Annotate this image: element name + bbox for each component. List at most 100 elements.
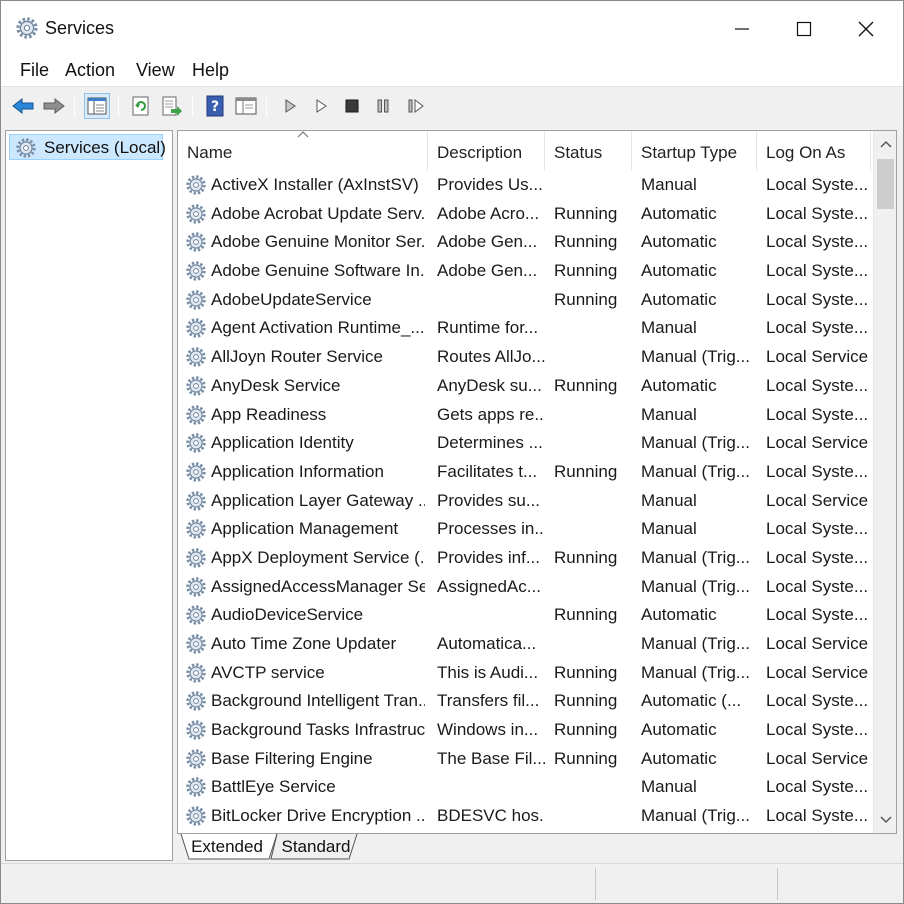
table-row[interactable]: AudioDeviceService Running Automatic Local …	[178, 601, 873, 630]
tab-standard[interactable]: Standard	[275, 834, 357, 860]
table-row[interactable]: BattlEye Service Manual Local Syste...	[178, 773, 873, 802]
menu-action[interactable]: Action	[62, 60, 118, 81]
service-log-on-as: Local Syste...	[766, 519, 869, 539]
service-description: Provides inf...	[437, 547, 540, 567]
service-log-on-as: Local Syste...	[766, 232, 869, 252]
table-row[interactable]: AdobeUpdateService Running Automatic Local …	[178, 286, 873, 315]
menu-help[interactable]: Help	[189, 60, 232, 81]
gear-icon	[185, 317, 207, 339]
table-row[interactable]: Background Tasks Infrastruc... Windows in…	[178, 716, 873, 745]
forward-button[interactable]	[41, 93, 67, 119]
gear-icon	[185, 690, 207, 712]
stop-service-button[interactable]	[339, 93, 365, 119]
service-name: Agent Activation Runtime_...	[211, 318, 425, 338]
gear-icon	[185, 576, 207, 598]
pause-service-button[interactable]	[370, 93, 396, 119]
help-button[interactable]: ?	[202, 93, 228, 119]
table-row[interactable]: AssignedAccessManager Se... AssignedAc...…	[178, 573, 873, 602]
close-button[interactable]	[835, 1, 897, 57]
show-hide-console-tree-button[interactable]	[84, 93, 110, 119]
menu-view[interactable]: View	[133, 60, 178, 81]
stop-service-icon	[345, 99, 359, 113]
forward-arrow-icon	[43, 97, 65, 115]
table-row[interactable]: Base Filtering Engine The Base Fil... Runn…	[178, 745, 873, 774]
table-row[interactable]: Agent Activation Runtime_... Runtime for.…	[178, 314, 873, 343]
service-log-on-as: Local Service	[766, 433, 869, 453]
column-header-status[interactable]: Status	[545, 131, 632, 171]
table-row[interactable]: AppX Deployment Service (... Provides inf…	[178, 544, 873, 573]
status-bar	[1, 863, 903, 903]
table-row[interactable]: Adobe Genuine Software In... Adobe Gen...…	[178, 257, 873, 286]
chevron-down-icon	[879, 816, 892, 824]
service-log-on-as: Local Service	[766, 347, 869, 367]
service-name: Application Management	[211, 519, 399, 539]
service-log-on-as: Local Syste...	[766, 777, 869, 797]
service-log-on-as: Local Service	[766, 662, 869, 682]
service-startup-type: Automatic	[641, 203, 717, 223]
table-row[interactable]: Auto Time Zone Updater Automatica... Manua…	[178, 630, 873, 659]
title-bar: Services	[1, 1, 903, 57]
view-tabs: Extended Standard	[177, 834, 897, 861]
maximize-button[interactable]	[773, 1, 835, 57]
minimize-button[interactable]	[711, 1, 773, 57]
gear-icon	[185, 461, 207, 483]
table-row[interactable]: ActiveX Installer (AxInstSV) Provides Us.…	[178, 171, 873, 200]
service-log-on-as: Local Syste...	[766, 375, 869, 395]
table-row[interactable]: BitLocker Drive Encryption ... BDESVC hos…	[178, 802, 873, 831]
export-list-button[interactable]	[159, 93, 185, 119]
table-row[interactable]: Application Management Processes in... Man…	[178, 515, 873, 544]
table-row[interactable]: Application Identity Determines ... Manual…	[178, 429, 873, 458]
service-status: Running	[554, 748, 618, 768]
service-log-on-as: Local Syste...	[766, 691, 869, 711]
gear-icon	[185, 748, 207, 770]
service-log-on-as: Local Service	[766, 748, 869, 768]
refresh-button[interactable]	[128, 93, 154, 119]
service-startup-type: Manual	[641, 175, 697, 194]
column-header-description[interactable]: Description	[428, 131, 545, 171]
service-startup-type: Automatic	[641, 289, 717, 309]
service-description: Provides su...	[437, 490, 540, 510]
vertical-scrollbar[interactable]	[873, 131, 896, 833]
service-startup-type: Manual (Trig...	[641, 433, 750, 453]
service-name: Adobe Acrobat Update Serv...	[211, 203, 425, 223]
column-header-startup-type[interactable]: Startup Type	[632, 131, 757, 171]
scroll-down-button[interactable]	[874, 807, 896, 833]
table-row[interactable]: Adobe Genuine Monitor Ser... Adobe Gen...…	[178, 228, 873, 257]
service-startup-type: Manual (Trig...	[641, 634, 750, 653]
service-log-on-as: Local Syste...	[766, 261, 869, 281]
table-row[interactable]: Background Intelligent Tran... Transfers …	[178, 687, 873, 716]
table-row[interactable]: Application Layer Gateway ... Provides su…	[178, 487, 873, 516]
tree-item-services-local[interactable]: Services (Local)	[9, 134, 166, 160]
menu-file[interactable]: File	[17, 60, 52, 81]
start-service-button[interactable]	[277, 93, 303, 119]
column-header-log-on-as[interactable]: Log On As	[757, 131, 871, 171]
service-startup-type: Automatic	[641, 720, 717, 740]
sort-ascending-icon	[297, 131, 309, 138]
toolbar-separator	[266, 95, 267, 117]
service-startup-type: Automatic	[641, 375, 717, 395]
scroll-up-button[interactable]	[874, 131, 896, 157]
service-startup-type: Manual (Trig...	[641, 547, 750, 567]
table-row[interactable]: App Readiness Gets apps re... Manual Local …	[178, 401, 873, 430]
restart-service-button[interactable]	[403, 93, 429, 119]
table-row[interactable]: Application Information Facilitates t... R…	[178, 458, 873, 487]
start-service-alt-button[interactable]	[308, 93, 334, 119]
status-divider	[777, 868, 778, 900]
table-row[interactable]: Adobe Acrobat Update Serv... Adobe Acro..…	[178, 200, 873, 229]
back-button[interactable]	[10, 93, 36, 119]
table-row[interactable]: AnyDesk Service AnyDesk su... Running Autom…	[178, 372, 873, 401]
gear-icon	[185, 547, 207, 569]
table-row[interactable]: AllJoyn Router Service Routes AllJo... Man…	[178, 343, 873, 372]
maximize-icon	[796, 21, 812, 37]
tab-extended[interactable]: Extended	[181, 834, 273, 860]
service-name: AVCTP service	[211, 662, 325, 682]
service-description: Gets apps re...	[437, 404, 545, 424]
table-row[interactable]: AVCTP service This is Audi... Running Manua…	[178, 659, 873, 688]
list-header: Name Description Status Startup Type Log…	[178, 131, 873, 171]
column-header-name[interactable]: Name	[178, 131, 428, 171]
properties-button[interactable]	[233, 93, 259, 119]
service-description: Routes AllJo...	[437, 347, 545, 367]
scroll-thumb[interactable]	[877, 159, 894, 209]
restart-service-icon	[408, 99, 424, 113]
service-startup-type: Manual (Trig...	[641, 347, 750, 367]
